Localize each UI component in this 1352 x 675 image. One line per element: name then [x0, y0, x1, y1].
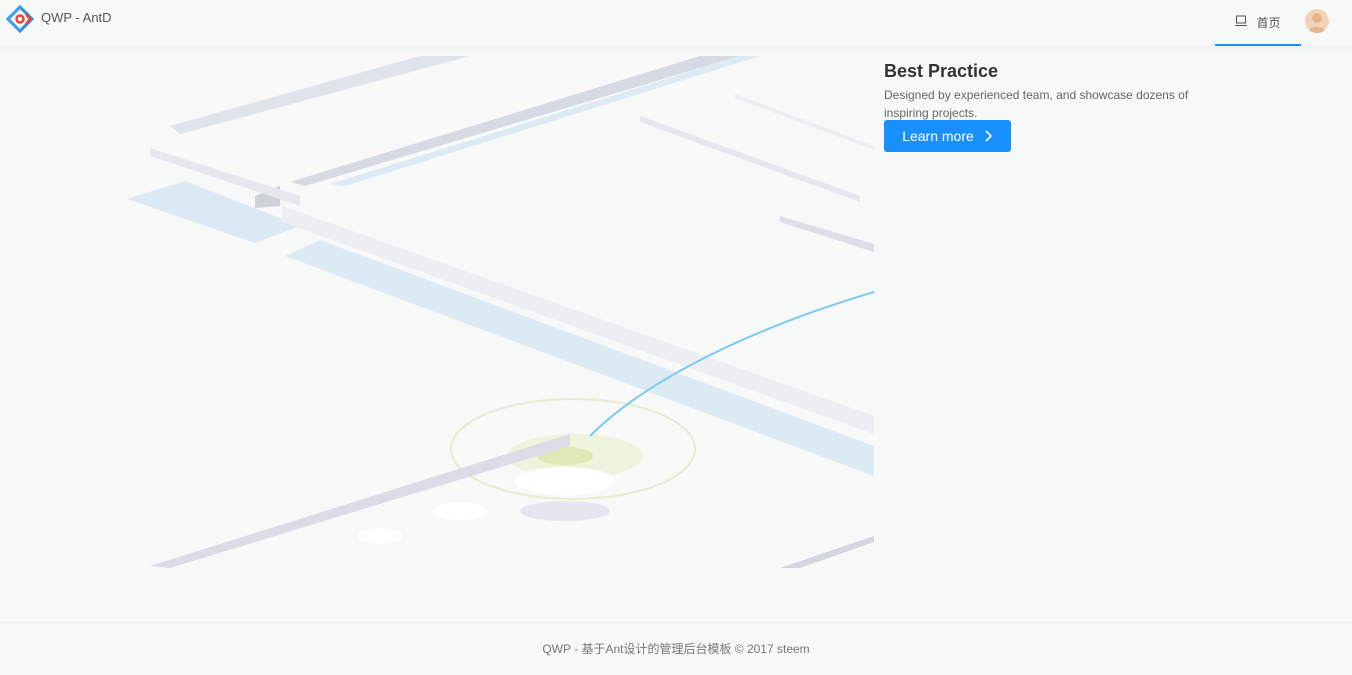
- learn-more-label: Learn more: [902, 128, 974, 144]
- top-header: QWP - AntD 首页: [0, 0, 1352, 46]
- user-avatar-icon[interactable]: [1305, 9, 1329, 33]
- nav-item-home[interactable]: 首页: [1215, 0, 1301, 46]
- antd-logo-icon[interactable]: [6, 5, 34, 33]
- learn-more-button[interactable]: Learn more: [884, 120, 1011, 152]
- feature-block: Best Practice Designed by experienced te…: [884, 59, 1204, 122]
- feature-title: Best Practice: [884, 61, 999, 81]
- footer-text: QWP - 基于Ant设计的管理后台模板 © 2017 steem: [542, 642, 810, 656]
- laptop-icon: [1235, 15, 1248, 26]
- app-title[interactable]: QWP - AntD: [41, 10, 112, 25]
- feature-description: Designed by experienced team, and showca…: [884, 88, 1189, 120]
- chevron-right-icon: [985, 130, 992, 142]
- hero-illustration: [127, 56, 874, 568]
- footer: QWP - 基于Ant设计的管理后台模板 © 2017 steem: [0, 622, 1352, 667]
- nav-home-label: 首页: [1256, 15, 1281, 30]
